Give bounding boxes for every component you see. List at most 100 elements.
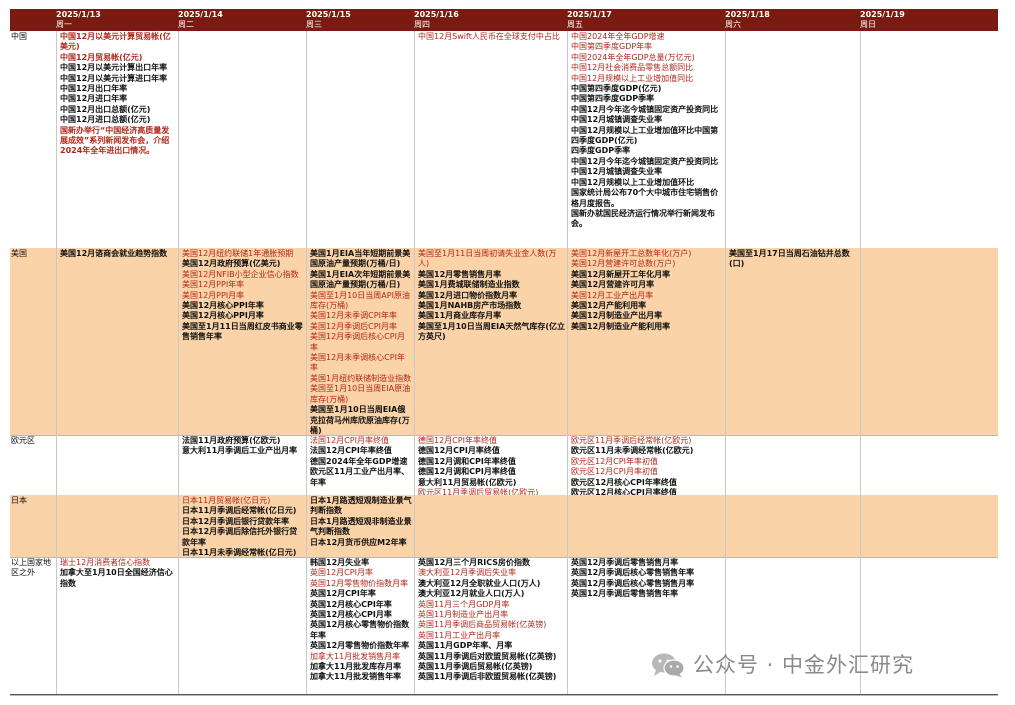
event-item: 中国12月出口年率: [60, 84, 128, 94]
event-item: 美国1月EIA次年短期前景美国原油产量预期(万桶/日): [310, 269, 411, 290]
region-cell: 中国: [10, 31, 56, 248]
event-cell: 法国12月CPI月率终值 法国12月CPI年率终值 德国2024年全年GDP增速 欧元…: [306, 435, 414, 495]
event-cell: [178, 31, 306, 248]
event-item: 德国12月CPI年率终值: [418, 436, 497, 445]
header-date: 2025/1/19: [860, 10, 905, 19]
event-item: 中国12月规模以上工业增加值环比中国第四季度GDP(亿元): [571, 125, 719, 146]
header-day-7: 2025/1/19 周日: [860, 9, 998, 31]
header-weekday: 周二: [178, 20, 194, 29]
event-cell: 美国12月新屋开工总数年化(万户) 美国12月营建许可总数(万户) 美国12月新屋开…: [567, 248, 725, 435]
header-date: 2025/1/13: [56, 10, 101, 19]
header-weekday: 周三: [306, 20, 322, 29]
header-date: 2025/1/15: [306, 10, 351, 19]
header-day-2: 2025/1/14 周二: [178, 9, 306, 31]
header-day-3: 2025/1/15 周三: [306, 9, 414, 31]
event-item: 英国11月季调后对欧盟贸易帐(亿英镑): [418, 651, 557, 661]
event-cell: [414, 495, 567, 557]
event-item: 美国1月纽约联储制造业指数: [310, 373, 412, 383]
event-cell: 欧元区11月季调后经常帐(亿欧元) 欧元区11月未季调经常帐(亿欧元) 欧元区12月…: [567, 435, 725, 495]
event-item: 加拿大至1月10日全国经济信心指数: [60, 568, 173, 588]
header-weekday: 周六: [725, 20, 741, 29]
event-item: 欧元区12月核心CPI月率终值: [571, 488, 677, 495]
event-item: 英国12月季调后零售销售月率: [571, 558, 679, 567]
event-item: 欧元区11月未季调经常帐(亿欧元): [571, 446, 694, 456]
event-item: 美国至1月11日当周红皮书商业零售销售年率: [182, 321, 303, 342]
event-item: 美国12月零售销售月率: [418, 269, 502, 279]
event-item: 中国12月城镇调查失业率: [571, 115, 663, 125]
calendar-table: 2025/1/13 周一 2025/1/14 周二 2025/1/15 周三 2025…: [10, 9, 998, 696]
event-item: 国家统计局公布70个大中城市住宅销售价格月度报告。: [571, 188, 719, 208]
watermark-text: 公众号 · 中金外汇研究: [693, 653, 915, 677]
event-item: 美国12月工业产出月率: [571, 290, 654, 300]
event-cell: 美国1月EIA当年短期前景美国原油产量预期(万桶/日) 美国1月EIA次年短期前景…: [306, 248, 414, 435]
event-item: 四季度GDP季率: [571, 146, 631, 156]
event-item: 中国2024年全年GDP总量(万亿元): [571, 52, 695, 62]
event-item: 英国11月季调后非欧盟贸易帐(亿英镑): [418, 672, 557, 682]
watermark: 公众号 · 中金外汇研究: [651, 648, 991, 682]
event-item: 中国2024年全年GDP增速: [571, 32, 665, 41]
event-item: 瑞士12月消费者信心指数: [60, 558, 151, 567]
event-cell: [56, 435, 178, 495]
region-cell: 美国: [10, 248, 56, 435]
event-item: 美国12月制造业产出月率: [571, 311, 663, 321]
event-item: 英国12月核心CPI月率: [310, 610, 392, 620]
event-item: 美国1月费城联储制造业指数: [418, 280, 520, 290]
event-item: 法国12月CPI月率终值: [310, 436, 389, 445]
event-item: 美国12月核心PPI月率: [182, 311, 264, 321]
event-item: 国新办举行“中国经济高质量发展成效”系列新闻发布会，介绍2024年全年进出口情况…: [60, 125, 170, 156]
event-item: 中国12月规模以上工业增加值同比: [571, 73, 694, 83]
region-cell: 以上国家地区之外: [10, 557, 56, 695]
event-cell: [860, 248, 998, 435]
region-cell: 欧元区: [10, 435, 56, 495]
event-item: 美国12月谘商会就业趋势指数: [60, 249, 168, 258]
event-item: 美国12月季调后核心CPI月率: [310, 332, 405, 352]
event-item: 中国第四季度GDP季率: [571, 94, 655, 104]
event-cell: [860, 435, 998, 495]
event-item: 中国12月社会消费品零售总额同比: [571, 63, 694, 73]
region-label: 欧元区: [11, 436, 35, 445]
event-item: 美国12月纽约联储1年通胀预期: [182, 249, 294, 258]
header-day-5: 2025/1/17 周五: [567, 9, 725, 31]
event-cell: 中国12月以美元计算贸易帐(亿美元) 中国12月贸易帐(亿元) 中国12月以美元计算…: [56, 31, 178, 248]
event-item: 中国12月进口总额(亿元): [60, 115, 151, 125]
table-header: 2025/1/13 周一 2025/1/14 周二 2025/1/15 周三 2025…: [10, 9, 998, 31]
header-weekday: 周四: [414, 20, 430, 29]
header-day-6: 2025/1/18 周六: [725, 9, 860, 31]
event-item: 美国12月新屋开工总数年化(万户): [571, 249, 692, 258]
region-label: 以上国家地区之外: [11, 558, 51, 578]
event-cell: [725, 435, 860, 495]
header-weekday: 周日: [860, 20, 876, 29]
event-item: 欧元区12月CPI月率初值: [571, 467, 658, 477]
event-item: 美国12月PPI月率: [182, 290, 245, 300]
event-cell: [178, 557, 306, 695]
event-item: 日本12月季调后除信托外银行贷款年率: [182, 527, 298, 547]
table-row: 美国 美国12月谘商会就业趋势指数 美国12月纽约联储1年通胀预期 美国12月政府预算…: [10, 248, 998, 436]
event-item: 韩国12月失业率: [310, 558, 370, 567]
event-cell: [860, 31, 998, 248]
event-item: 美国12月营建许可月率: [571, 280, 655, 290]
event-item: 美国至1月17日当周石油钻井总数(口): [729, 249, 850, 269]
event-item: 美国1月EIA当年短期前景美国原油产量预期(万桶/日): [310, 249, 411, 269]
event-cell: 德国12月CPI年率终值 德国12月CPI月率终值 德国12月调和CPI年率终值 德国…: [414, 435, 567, 495]
header-weekday: 周一: [56, 20, 72, 29]
event-item: 法国11月政府预算(亿欧元): [182, 436, 281, 445]
event-item: 中国12月以美元计算出口年率: [60, 63, 168, 73]
event-item: 英国12月CPI月率: [310, 568, 373, 578]
event-item: 英国12月季调后核心零售销售年率: [571, 568, 695, 578]
event-item: 英国12月核心零售物价指数年率: [310, 620, 410, 640]
event-item: 英国12月季调后零售销售年率: [571, 589, 679, 599]
event-item: 日本1月路透短观制造业景气判断指数: [310, 496, 412, 516]
event-item: 加拿大11月批发销售月率: [310, 651, 401, 661]
event-item: 德国2024年全年GDP增速: [310, 456, 408, 466]
event-item: 英国11月季调后贸易帐(亿英镑): [418, 662, 533, 672]
header-weekday: 周五: [567, 20, 583, 29]
event-item: 美国至1月10日当周EIA原油库存(万桶): [310, 384, 411, 404]
event-item: 中国第四季度GDP(亿元): [571, 84, 662, 94]
event-item: 日本12月季调后银行贷款年率: [182, 516, 290, 526]
table-row: 欧元区 法国11月政府预算(亿欧元) 意大利11月季调后工业产出月率 法国12月CPI…: [10, 435, 998, 496]
event-cell: 美国至1月17日当周石油钻井总数(口): [725, 248, 860, 435]
event-item: 英国12月零售物价指数月率: [310, 578, 409, 588]
event-item: 美国至1月10日当周EIA天然气库存(亿立方英尺): [418, 321, 565, 342]
header-date: 2025/1/18: [725, 10, 770, 19]
table-row: 日本 日本11月贸易帐(亿日元) 日本11月季调后经常帐(亿日元) 日本12月季调后银…: [10, 495, 998, 558]
